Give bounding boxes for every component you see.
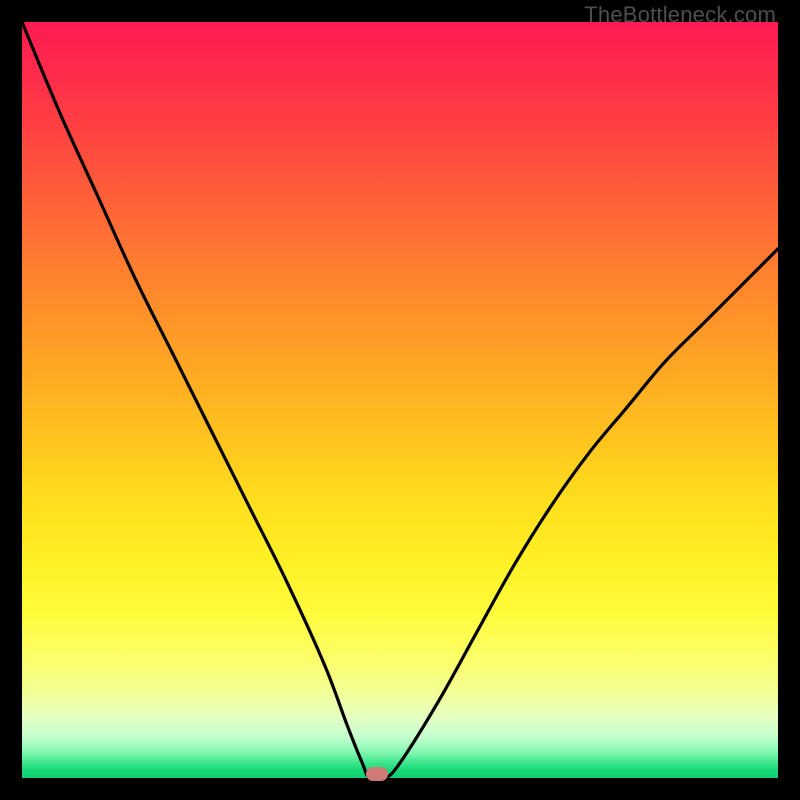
chart-container: TheBottleneck.com bbox=[0, 0, 800, 800]
bottleneck-curve bbox=[22, 22, 778, 780]
watermark-text: TheBottleneck.com bbox=[584, 2, 776, 28]
curve-svg bbox=[22, 22, 778, 778]
plot-area bbox=[22, 22, 778, 778]
optimum-marker bbox=[366, 767, 388, 781]
